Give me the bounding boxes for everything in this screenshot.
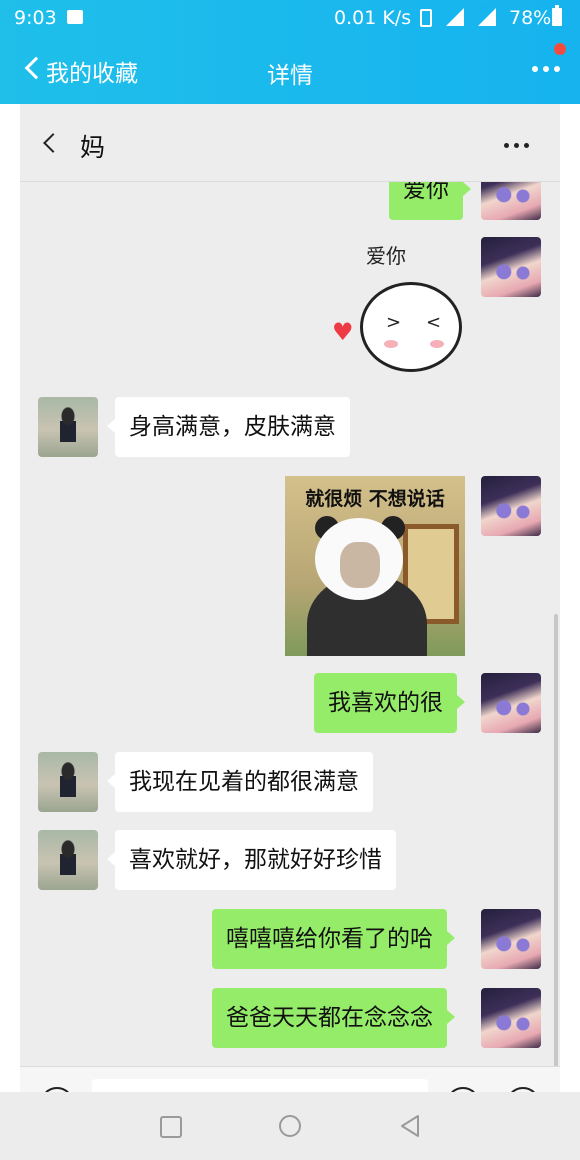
sticker-blob	[360, 282, 462, 372]
scrollbar	[554, 614, 558, 1074]
status-time: 9:03	[14, 7, 57, 29]
system-nav-bar	[0, 1092, 580, 1160]
square-recents-icon[interactable]	[160, 1116, 182, 1138]
sticker-cheek	[430, 340, 444, 348]
battery-percent: 78%	[509, 7, 552, 29]
page-title: 详情	[267, 63, 313, 89]
message-bubble: 喜欢就好，那就好好珍惜	[107, 830, 396, 890]
chat-header: 妈	[20, 104, 560, 182]
sticker-cheek	[384, 340, 398, 348]
message-bubble: 身高满意，皮肤满意	[107, 397, 350, 457]
network-speed: 0.01 K/s	[334, 7, 412, 29]
sticker-caption: 爱你	[366, 244, 406, 268]
vibrate-icon	[420, 9, 432, 27]
image-notification-icon	[67, 10, 83, 24]
avatar	[38, 397, 98, 457]
heart-icon: ♥	[332, 318, 354, 346]
message-list: 爱你 爱你 > < ♥ 身高满意，皮肤满意 就很烦 不想说话 我喜欢的很 我现在…	[20, 160, 560, 1092]
avatar	[481, 988, 541, 1048]
chat-input-bar	[20, 1066, 560, 1092]
message-bubble: 嘻嘻嘻给你看了的哈	[212, 909, 455, 969]
message-bubble: 我喜欢的很	[314, 673, 465, 733]
sticker-eye: <	[426, 312, 442, 333]
avatar	[38, 830, 98, 890]
sticker-caption: 就很烦 不想说话	[305, 488, 445, 510]
contact-name: 妈	[80, 133, 106, 162]
panda-face	[340, 542, 380, 588]
title-bar: 我的收藏 详情	[0, 36, 580, 104]
network-type-label: 4G	[479, 5, 491, 14]
triangle-back-icon[interactable]	[398, 1113, 422, 1139]
notification-dot	[554, 43, 566, 55]
avatar	[481, 476, 541, 536]
avatar	[38, 752, 98, 812]
avatar	[481, 909, 541, 969]
favorited-chat-screenshot: 妈 爱你 爱你 > < ♥ 身高满意，皮肤满意 就很烦 不想说话 我喜欢的很 我…	[20, 104, 560, 1092]
wifi-signal-icon	[446, 8, 464, 26]
app-header: 9:03 0.01 K/s 4G 78% 我的收藏 详情	[0, 0, 580, 104]
avatar	[481, 237, 541, 297]
status-bar: 9:03 0.01 K/s 4G 78%	[0, 0, 580, 36]
panda-meme-sticker: 就很烦 不想说话	[285, 476, 465, 656]
more-options-icon	[504, 143, 534, 148]
message-bubble: 爸爸天天都在念念念	[212, 988, 455, 1048]
sticker-eye: >	[386, 312, 402, 333]
more-options-icon[interactable]	[532, 66, 565, 72]
love-you-sticker: 爱你 > < ♥	[330, 240, 470, 374]
chat-input-field	[92, 1079, 428, 1092]
chevron-left-icon	[43, 133, 63, 153]
circle-home-icon[interactable]	[279, 1115, 301, 1137]
avatar	[481, 673, 541, 733]
message-bubble: 我现在见着的都很满意	[107, 752, 373, 812]
battery-icon	[552, 5, 562, 26]
